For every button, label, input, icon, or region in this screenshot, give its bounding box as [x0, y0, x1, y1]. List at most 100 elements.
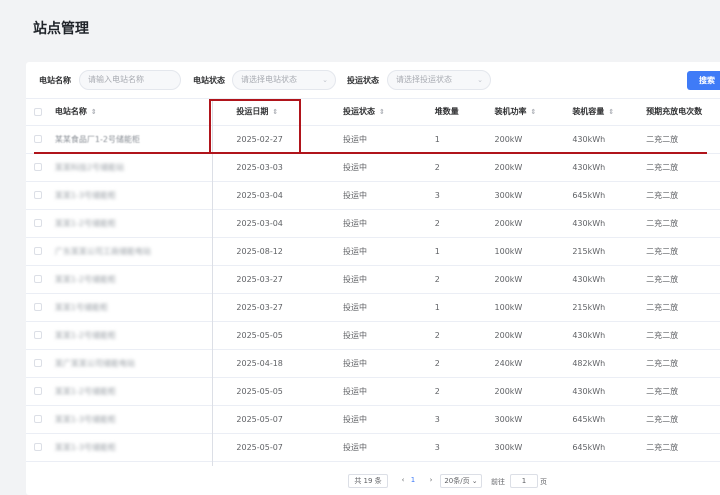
cell-name: 某某1号储能柜: [54, 293, 237, 322]
row-checkbox[interactable]: [34, 387, 42, 395]
cell-stacks: 3: [434, 405, 495, 434]
page-suffix: 页: [540, 478, 547, 486]
cell-cycles: 二充二放: [646, 377, 720, 406]
cell-status: 投运中: [343, 237, 435, 266]
cell-capacity: 430kWh: [572, 153, 647, 182]
table-row[interactable]: 某某1号储能柜 2025-03-27 投运中 1 100kW 215kWh 二充二放: [26, 293, 720, 322]
col-header-cycles: 预期充放电次数: [646, 99, 720, 126]
row-checkbox[interactable]: [34, 163, 42, 171]
cell-date: 2025-05-07: [236, 433, 344, 462]
cell-cycles: 二充二放: [646, 181, 720, 210]
select-all-checkbox[interactable]: [34, 107, 42, 116]
col-header-status[interactable]: 投运状态 ⇕: [343, 99, 435, 126]
station-name-input[interactable]: 请输入电站名称: [79, 70, 181, 90]
cell-stacks: 3: [434, 433, 495, 462]
cell-cycles: 二充二放: [646, 265, 720, 294]
table-row[interactable]: 某某1-2号储能柜 2025-05-05 投运中 2 200kW 430kWh 二充二放: [26, 377, 720, 406]
cell-status: 投运中: [343, 377, 435, 406]
sort-icon: ⇕: [608, 108, 615, 117]
cell-capacity: 215kWh: [572, 293, 647, 322]
cell-name: 某广某某公司储能电站: [54, 349, 237, 378]
cell-stacks: 2: [434, 209, 495, 238]
cell-date: 2025-08-12: [236, 237, 344, 266]
row-checkbox[interactable]: [34, 415, 42, 423]
row-checkbox[interactable]: [34, 331, 42, 339]
row-checkbox[interactable]: [34, 247, 42, 255]
page-size-select[interactable]: 20条/页 ⌄: [440, 474, 482, 488]
cell-cycles: 二充二放: [646, 293, 720, 322]
sort-icon: ⇕: [530, 108, 537, 117]
row-checkbox[interactable]: [34, 443, 42, 451]
cell-cycles: 二充二放: [646, 153, 720, 182]
cell-status: 投运中: [343, 321, 435, 350]
cell-stacks: 2: [434, 153, 495, 182]
cell-capacity: 645kWh: [572, 181, 647, 210]
station-status-select[interactable]: 请选择电站状态 ⌄: [232, 70, 336, 90]
row-checkbox[interactable]: [34, 359, 42, 367]
cell-stacks: 2: [434, 377, 495, 406]
cell-power: 300kW: [494, 433, 573, 462]
cell-name: 某某1-3号储能柜: [54, 181, 237, 210]
cell-power: 300kW: [494, 181, 573, 210]
table-row[interactable]: 广东某某公司工商储能电站 2025-08-12 投运中 1 100kW 215kWh 二充二…: [26, 237, 720, 266]
cell-status: 投运中: [343, 209, 435, 238]
row-checkbox[interactable]: [34, 135, 42, 143]
cell-capacity: 645kWh: [572, 433, 647, 462]
operation-status-select[interactable]: 请选择投运状态 ⌄: [387, 70, 491, 90]
cell-name: 某某1-3号储能柜: [54, 405, 237, 434]
table-row[interactable]: 某某1-3号储能柜 2025-03-04 投运中 3 300kW 645kWh 二充二放: [26, 181, 720, 210]
table-row[interactable]: 某某1-3号储能柜 2025-05-07 投运中 3 300kW 645kWh 二充二放: [26, 405, 720, 434]
cell-stacks: 1: [434, 237, 495, 266]
goto-label: 前往: [491, 478, 505, 486]
goto-page-input[interactable]: 1: [510, 474, 538, 488]
table-row[interactable]: 某某1-2号储能柜 2025-05-05 投运中 2 200kW 430kWh 二充二放: [26, 321, 720, 350]
search-button[interactable]: 搜索: [687, 71, 720, 90]
cell-power: 100kW: [494, 237, 573, 266]
row-checkbox[interactable]: [34, 275, 42, 283]
cell-capacity: 645kWh: [572, 405, 647, 434]
cell-power: 300kW: [494, 405, 573, 434]
cell-cycles: 二充二放: [646, 237, 720, 266]
cell-name: 广东某某公司工商储能电站: [54, 237, 237, 266]
cell-status: 投运中: [343, 433, 435, 462]
page-1-button[interactable]: 1: [406, 474, 420, 488]
table-row[interactable]: 某广某某公司储能电站 2025-04-18 投运中 2 240kW 482kWh 二充二放: [26, 349, 720, 378]
pagination: 共 19 条 ‹ 1 › 20条/页 ⌄ 前往 1 页: [26, 466, 720, 495]
cell-date: 2025-04-18: [236, 349, 344, 378]
cell-cycles: 二充二放: [646, 209, 720, 238]
cell-status: 投运中: [343, 265, 435, 294]
col-header-capacity[interactable]: 装机容量 ⇕: [572, 99, 647, 126]
cell-name: 某某1-2号储能柜: [54, 377, 237, 406]
cell-date: 2025-03-03: [236, 153, 344, 182]
station-name-label: 电站名称: [39, 76, 71, 85]
cell-status: 投运中: [343, 153, 435, 182]
cell-status: 投运中: [343, 405, 435, 434]
table-row[interactable]: 某某食品厂1-2号储能柜 2025-02-27 投运中 1 200kW 430kWh 二充二…: [26, 125, 720, 154]
row-checkbox[interactable]: [34, 191, 42, 199]
row-checkbox[interactable]: [34, 219, 42, 227]
station-status-label: 电站状态: [193, 76, 225, 85]
cell-stacks: 2: [434, 265, 495, 294]
table-row[interactable]: 某某科技2号储能站 2025-03-03 投运中 2 200kW 430kWh 二充二放: [26, 153, 720, 182]
cell-cycles: 二充二放: [646, 433, 720, 462]
chevron-down-icon: ⌄: [477, 76, 483, 84]
row-checkbox[interactable]: [34, 303, 42, 311]
highlight-underline: [34, 152, 707, 154]
col-header-power[interactable]: 装机功率 ⇕: [494, 99, 573, 126]
cell-date: 2025-03-04: [236, 181, 344, 210]
table-row[interactable]: 某某1-2号储能柜 2025-03-27 投运中 2 200kW 430kWh 二充二放: [26, 265, 720, 294]
sort-icon: ⇕: [379, 108, 385, 117]
cell-date: 2025-03-27: [236, 293, 344, 322]
cell-capacity: 430kWh: [572, 321, 647, 350]
total-count: 共 19 条: [348, 474, 388, 488]
cell-power: 200kW: [494, 377, 573, 406]
chevron-down-icon: ⌄: [322, 76, 328, 84]
cell-capacity: 215kWh: [572, 237, 647, 266]
table-row[interactable]: 某某1-2号储能柜 2025-03-04 投运中 2 200kW 430kWh 二充二放: [26, 209, 720, 238]
cell-name: 某某科技2号储能站: [54, 153, 237, 182]
cell-date: 2025-03-04: [236, 209, 344, 238]
table-row[interactable]: 某某1-3号储能柜 2025-05-07 投运中 3 300kW 645kWh 二充二放: [26, 433, 720, 462]
cell-date: 2025-05-07: [236, 405, 344, 434]
table-header: 电站名称 ⇕ 投运日期 ⇕ 投运状态 ⇕ 堆数量 装机功率 ⇕ 装机容量 ⇕ 预期充放电次…: [26, 99, 720, 126]
next-page-button[interactable]: ›: [424, 474, 438, 488]
